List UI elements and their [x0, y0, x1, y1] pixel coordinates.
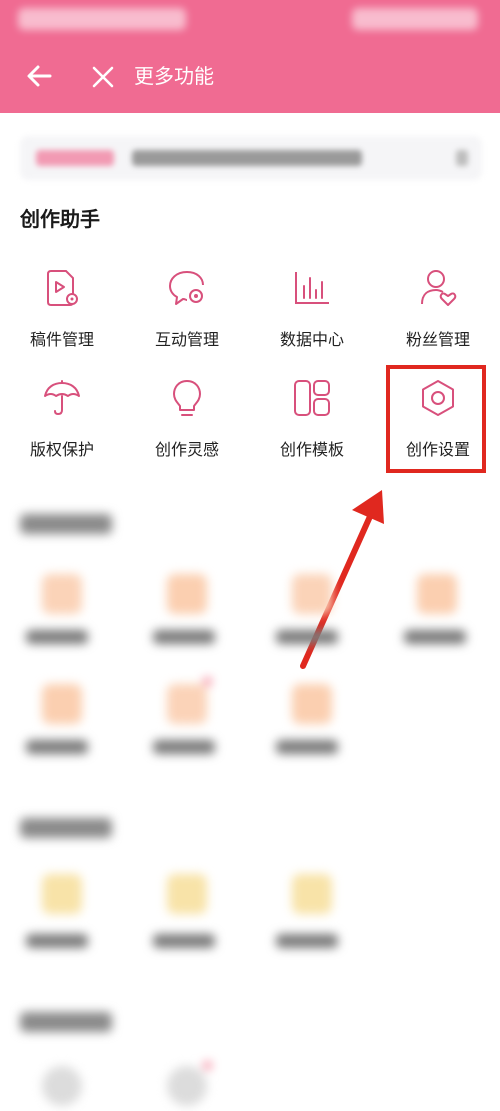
blurred-tool-icon	[292, 684, 332, 724]
tool-label: 创作模板	[279, 440, 344, 459]
blurred-tool-label	[26, 630, 88, 644]
blurred-tool-label	[153, 934, 215, 948]
page-title: 更多功能	[134, 64, 214, 88]
blurred-tool-icon	[292, 574, 332, 614]
template-icon	[294, 380, 330, 416]
tool-fans-management[interactable]: 粉丝管理	[378, 268, 498, 368]
blurred-tool-icon	[42, 1066, 82, 1106]
interaction-icon	[169, 271, 204, 305]
blurred-tool-icon	[417, 574, 457, 614]
chevron-right-icon	[456, 150, 468, 166]
blurred-section-title	[20, 1012, 112, 1032]
blurred-tool-icon	[167, 684, 207, 724]
blurred-section-title	[20, 514, 112, 534]
manuscript-icon	[47, 270, 78, 306]
blurred-section-title	[20, 818, 112, 838]
blurred-tool-icon	[167, 574, 207, 614]
notification-dot	[204, 1062, 211, 1069]
status-bar-right-blurred	[352, 8, 478, 30]
blurred-tool-label	[26, 934, 88, 948]
data-chart-icon	[295, 272, 329, 304]
blurred-tool-icon	[167, 874, 207, 914]
blurred-tool-icon	[167, 1066, 207, 1106]
tool-manuscript-management[interactable]: 稿件管理	[2, 268, 122, 368]
umbrella-icon	[44, 380, 80, 416]
top-bar: 更多功能	[0, 0, 500, 113]
banner-tag	[36, 150, 114, 166]
blurred-tool-label	[153, 630, 215, 644]
tool-data-center[interactable]: 数据中心	[252, 268, 372, 368]
lightbulb-icon	[173, 380, 201, 416]
tool-creation-inspiration[interactable]: 创作灵感	[127, 378, 247, 478]
highlight-box	[386, 365, 486, 473]
fans-icon	[421, 270, 457, 306]
tool-label: 创作灵感	[154, 440, 219, 459]
blurred-tool-label	[276, 630, 338, 644]
tool-copyright-protection[interactable]: 版权保护	[2, 378, 122, 478]
back-arrow-icon[interactable]	[24, 60, 56, 92]
banner-text	[132, 150, 362, 166]
close-icon[interactable]	[88, 60, 118, 92]
blurred-tool-label	[153, 740, 215, 754]
blurred-tool-label	[276, 934, 338, 948]
blurred-tool-label	[404, 630, 466, 644]
blurred-tool-icon	[42, 684, 82, 724]
blurred-tool-icon	[42, 874, 82, 914]
blurred-tool-label	[276, 740, 338, 754]
tool-label: 版权保护	[29, 440, 94, 459]
tool-label: 数据中心	[279, 330, 344, 349]
tool-creation-templates[interactable]: 创作模板	[252, 378, 372, 478]
notification-dot	[204, 678, 211, 685]
tool-label: 稿件管理	[29, 330, 94, 349]
status-bar-left-blurred	[18, 8, 186, 30]
blurred-tool-icon	[42, 574, 82, 614]
notice-banner-blurred[interactable]	[20, 136, 482, 180]
tool-label: 互动管理	[154, 330, 219, 349]
blurred-tool-label	[26, 740, 88, 754]
tool-label: 粉丝管理	[405, 330, 470, 349]
blurred-tool-icon	[292, 874, 332, 914]
tool-interaction-management[interactable]: 互动管理	[127, 268, 247, 368]
section-title-creation-assistant: 创作助手	[20, 207, 100, 231]
